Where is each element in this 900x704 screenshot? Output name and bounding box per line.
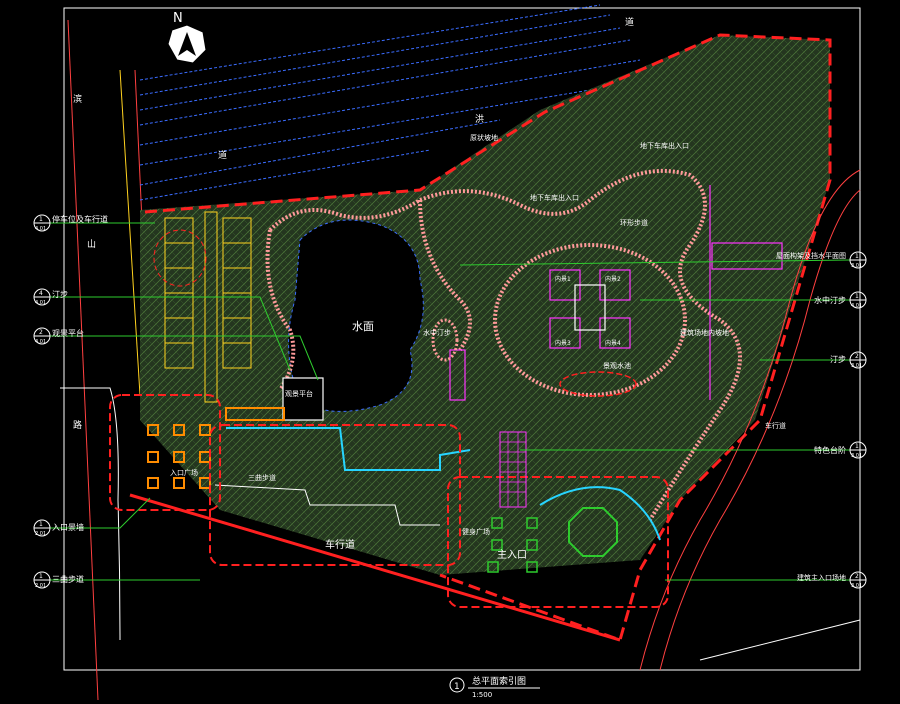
title-name: 总平面索引图 [472, 675, 526, 687]
label-road-2: 山 [87, 239, 96, 250]
label-right-note: 建筑场地内坡地 [680, 328, 729, 337]
label-inner-4: 内景4 [605, 339, 621, 347]
right-callout-2-label: 水中汀步 [814, 295, 846, 305]
right-callout-1-label: 屋面构架及挡水平面图 [776, 251, 846, 260]
label-top-slope: 原状坡地 [470, 133, 498, 142]
left-callout-4-num: 1 [39, 521, 43, 528]
right-callout-5-sheet: 3.01 [851, 583, 862, 589]
cad-drawing-canvas: N 滨 山 路 道 洪 道 水面 车行道 主入口 观景平台 水中汀步 入口广场 … [0, 0, 900, 701]
right-callout-5[interactable]: 2 3.01 建筑主入口场地 [797, 571, 867, 589]
left-callout-1-sheet: 4.01 [35, 226, 46, 232]
left-callout-3-num: 2 [39, 329, 43, 336]
right-callout-2[interactable]: 1 4.01 水中汀步 [814, 291, 867, 309]
label-mid-note: 地下车库出入口 [530, 193, 579, 202]
right-callout-3-sheet: 3.01 [851, 363, 862, 369]
right-callout-3-num: 2 [855, 353, 859, 360]
label-three-step: 三曲步道 [248, 473, 276, 482]
label-fitness: 健身广场 [462, 527, 490, 536]
north-arrow [167, 24, 207, 64]
label-inner-1: 内景1 [555, 275, 571, 283]
label-car-road: 车行道 [325, 538, 355, 551]
left-callout-2-label: 汀步 [52, 290, 68, 299]
label-water: 水面 [352, 320, 374, 333]
right-callout-3-label: 汀步 [830, 355, 846, 364]
site-plan-svg: N 滨 山 路 道 洪 道 水面 车行道 主入口 观景平台 水中汀步 入口广场 … [33, 4, 867, 701]
left-road [60, 19, 151, 701]
green-landscape-area [140, 35, 830, 575]
right-callout-2-num: 1 [855, 293, 859, 300]
left-callout-4-sheet: 2.01 [35, 531, 46, 537]
left-callout-2-num: 4 [39, 290, 43, 297]
title-scale: 1:500 [472, 691, 492, 699]
left-callout-1-label: 停车位及车行道 [52, 214, 108, 224]
right-callout-1-num: 1 [855, 253, 859, 260]
left-callout-3-label: 观景平台 [52, 328, 84, 338]
right-callout-5-num: 2 [855, 573, 859, 580]
label-inner-2: 内景2 [605, 275, 621, 283]
right-callout-4-num: 1 [855, 443, 859, 450]
right-callout-1-sheet: 3.01 [851, 263, 862, 269]
left-callout-3[interactable]: 2 4.01 观景平台 [33, 327, 84, 345]
label-road-1: 滨 [73, 93, 82, 105]
label-flood-1: 洪 [475, 113, 484, 125]
east-road-white [699, 619, 861, 661]
right-callout-4-sheet: 3.01 [851, 453, 862, 459]
label-waterside: 水中汀步 [423, 328, 451, 337]
sightseeing-platform [282, 377, 324, 421]
north-label: N [173, 11, 183, 26]
drawing-title: 1 总平面索引图 1:500 [449, 675, 540, 699]
right-callout-4[interactable]: 1 3.01 特色台阶 [814, 441, 867, 459]
left-callout-1-num: 1 [39, 216, 43, 223]
right-callout-5-label: 建筑主入口场地 [797, 573, 846, 582]
left-callout-5-sheet: 2.01 [35, 583, 46, 589]
label-fountain: 景观水池 [603, 361, 631, 370]
right-callout-4-label: 特色台阶 [814, 445, 846, 455]
left-callout-4-label: 入口景墙 [52, 522, 84, 532]
label-ring: 环形步道 [620, 218, 648, 227]
left-callout-3-sheet: 4.01 [35, 339, 46, 345]
label-flood-2: 道 [218, 149, 227, 161]
right-callout-2-sheet: 4.01 [851, 303, 862, 309]
label-inner-3: 内景3 [555, 339, 571, 347]
left-callout-5-num: 1 [39, 573, 43, 580]
left-callout-1[interactable]: 1 4.01 停车位及车行道 [33, 214, 108, 232]
title-number: 1 [454, 682, 460, 692]
label-river: 道 [625, 16, 634, 28]
left-callout-4[interactable]: 1 2.01 入口景墙 [33, 519, 84, 537]
label-main-entrance: 主入口 [497, 549, 527, 561]
label-slope-road: 车行道 [765, 421, 786, 430]
label-platform: 观景平台 [285, 389, 313, 398]
label-top-right: 地下车库出入口 [640, 141, 689, 150]
left-callout-5-label: 三曲步道 [52, 574, 84, 584]
label-road-3: 路 [73, 419, 82, 431]
label-entrance-plaza: 入口广场 [170, 468, 198, 477]
left-callout-2-sheet: 4.01 [35, 300, 46, 306]
left-callout-5[interactable]: 1 2.01 三曲步道 [33, 571, 84, 589]
